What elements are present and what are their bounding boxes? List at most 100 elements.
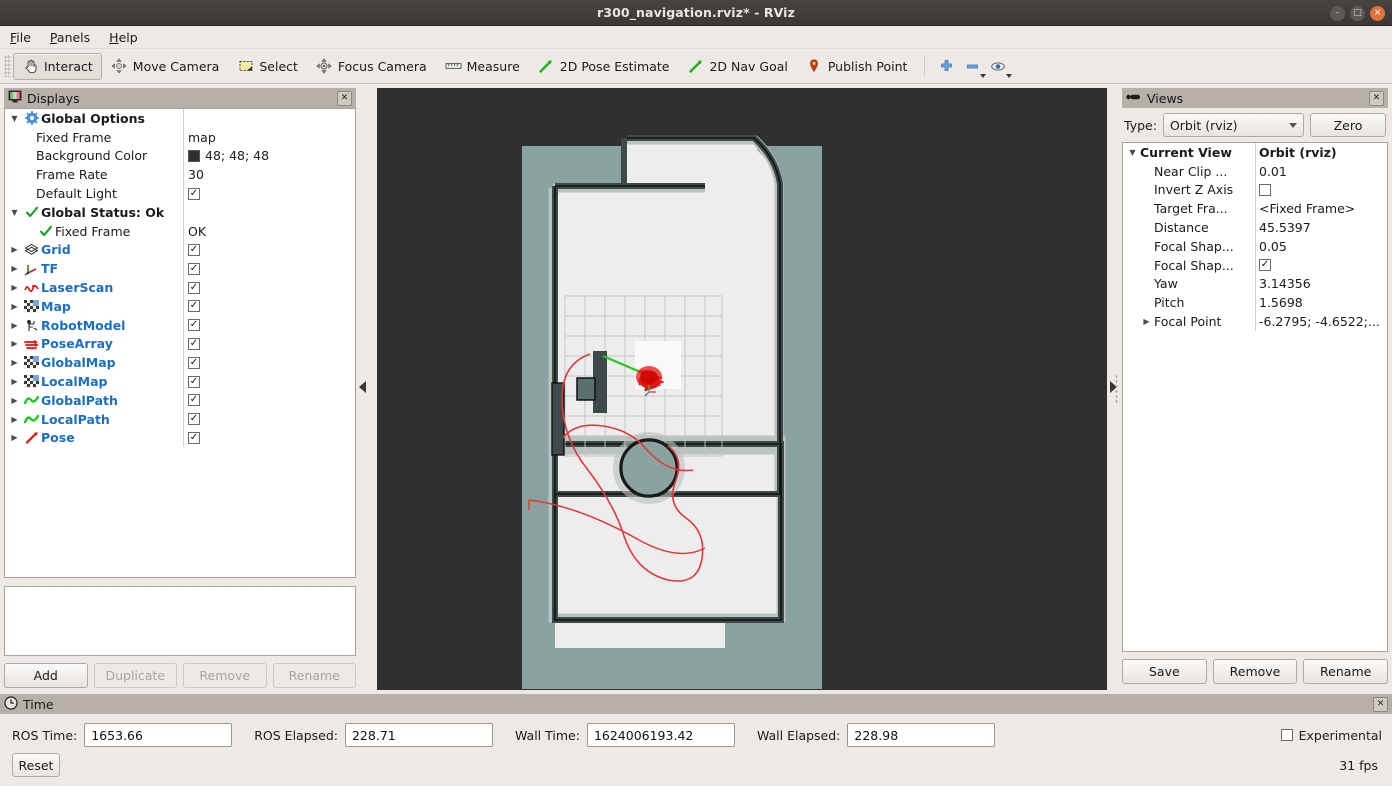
rename-view-button[interactable]: Rename [1303,659,1389,684]
twisty-collapsed-icon[interactable]: ▶ [7,433,22,442]
display-row[interactable]: Frame Rate 30 [5,165,355,185]
eye-icon[interactable] [985,53,1013,79]
menu-item-panels[interactable]: Panels [50,30,90,45]
view-property-value[interactable]: -6.2795; -4.6522;... [1255,312,1387,331]
render-viewport-3d[interactable] [377,88,1107,690]
right-panel-collapse-handle[interactable] [1108,88,1119,686]
reset-button[interactable]: Reset [12,753,60,777]
view-property-row[interactable]: Invert Z Axis [1123,180,1387,200]
display-enable-checkbox[interactable]: ✓ [188,300,200,313]
display-row[interactable]: ▼ Global Options [5,109,355,128]
view-property-row[interactable]: Focal Shap... 0.05 [1123,236,1387,256]
twisty-collapsed-icon[interactable]: ▶ [7,264,22,273]
display-row-value[interactable] [183,109,355,128]
twisty-expanded-icon[interactable]: ▼ [7,208,22,217]
view-property-value[interactable] [1255,180,1387,200]
view-property-value[interactable]: <Fixed Frame> [1255,199,1387,219]
view-property-checkbox[interactable] [1259,183,1271,196]
twisty-collapsed-icon[interactable]: ▶ [7,321,22,330]
time-close-button[interactable]: ✕ [1373,696,1388,712]
twisty-expanded-icon[interactable]: ▼ [1125,148,1140,157]
wall-time-input[interactable]: 1624006193.42 [586,723,735,747]
display-row-value[interactable]: ✓ [183,315,355,335]
tool-measure[interactable]: Measure [436,53,529,80]
display-row[interactable]: Background Color 48; 48; 48 [5,146,355,166]
view-property-checkbox[interactable]: ✓ [1259,259,1271,272]
display-row-value[interactable]: 30 [183,165,355,185]
display-row[interactable]: Fixed Frame map [5,127,355,147]
twisty-collapsed-icon[interactable]: ▶ [7,358,22,367]
display-row-value[interactable]: ✓ [183,353,355,373]
view-property-value[interactable]: 0.05 [1255,236,1387,256]
ros-elapsed-input[interactable]: 228.71 [344,723,493,747]
add-button[interactable]: Add [4,663,88,688]
display-row-value[interactable]: ✓ [183,259,355,279]
display-row-value[interactable]: 48; 48; 48 [183,146,355,166]
experimental-checkbox[interactable] [1280,729,1293,741]
display-row[interactable]: ▶ LocalPath ✓ [5,409,355,429]
view-property-value[interactable]: ✓ [1255,255,1387,275]
rename-button[interactable]: Rename [272,663,356,688]
display-row[interactable]: ▼ Global Status: Ok [5,202,355,222]
twisty-collapsed-icon[interactable]: ▶ [7,302,22,311]
display-enable-checkbox[interactable]: ✓ [188,319,200,332]
display-enable-checkbox[interactable]: ✓ [188,262,200,275]
tool-publish-point[interactable]: Publish Point [797,53,917,80]
display-row-value[interactable]: ✓ [183,409,355,429]
remove-button[interactable]: Remove [183,663,267,688]
twisty-collapsed-icon[interactable]: ▶ [7,339,22,348]
display-row[interactable]: ▶ GlobalPath ✓ [5,390,355,410]
view-property-value[interactable]: 3.14356 [1255,274,1387,294]
display-row[interactable]: ▶ GlobalMap ✓ [5,353,355,373]
display-row-value[interactable]: ✓ [183,372,355,391]
views-tree[interactable]: ▼ Current View Orbit (rviz) Near Clip ... 0.… [1122,142,1388,652]
view-property-value[interactable]: Orbit (rviz) [1255,143,1387,162]
maximize-icon[interactable]: □ [1350,5,1365,21]
color-swatch[interactable] [188,149,200,162]
left-panel-collapse-handle[interactable] [357,88,368,686]
remove-view-button[interactable]: Remove [1212,659,1298,684]
view-property-row[interactable]: ▶ Focal Point -6.2795; -4.6522;... [1123,312,1387,331]
display-enable-checkbox[interactable]: ✓ [188,281,200,294]
displays-tree[interactable]: ▼ Global Options Fixed Frame map Background … [4,108,356,578]
twisty-collapsed-icon[interactable]: ▶ [7,415,22,424]
display-row[interactable]: Default Light ✓ [5,184,355,203]
menu-item-file[interactable]: File [10,30,31,45]
twisty-expanded-icon[interactable]: ▼ [7,114,22,123]
view-property-row[interactable]: Target Fra... <Fixed Frame> [1123,199,1387,219]
view-property-row[interactable]: Distance 45.5397 [1123,218,1387,237]
minus-icon[interactable] [959,53,987,79]
display-row-value[interactable]: ✓ [183,184,355,203]
display-enable-checkbox[interactable]: ✓ [188,375,200,388]
display-row-value[interactable]: OK [183,221,355,241]
display-row[interactable]: ▶ PoseArray ✓ [5,334,355,354]
display-row[interactable]: Fixed Frame OK [5,221,355,241]
close-icon[interactable]: × [1370,5,1385,21]
twisty-collapsed-icon[interactable]: ▶ [7,377,22,386]
display-row-value[interactable]: ✓ [183,240,355,260]
wall-elapsed-input[interactable]: 228.98 [847,723,996,747]
display-row-value[interactable]: ✓ [183,390,355,410]
display-row[interactable]: ▶ TF ✓ [5,259,355,279]
twisty-collapsed-icon[interactable]: ▶ [7,245,22,254]
twisty-collapsed-icon[interactable]: ▶ [1139,317,1154,326]
display-row[interactable]: ▶ LaserScan ✓ [5,278,355,297]
view-property-row[interactable]: ▼ Current View Orbit (rviz) [1123,143,1387,162]
plus-icon[interactable] [933,53,959,79]
display-row[interactable]: ▶ Map ✓ [5,296,355,316]
view-property-row[interactable]: Near Clip ... 0.01 [1123,161,1387,181]
view-property-row[interactable]: Focal Shap... ✓ [1123,255,1387,275]
view-property-value[interactable]: 1.5698 [1255,293,1387,313]
display-enable-checkbox[interactable]: ✓ [188,337,200,350]
display-enable-checkbox[interactable]: ✓ [188,394,200,407]
display-row[interactable]: ▶ Grid ✓ [5,240,355,260]
twisty-collapsed-icon[interactable]: ▶ [7,283,22,292]
view-property-value[interactable]: 45.5397 [1255,218,1387,237]
tool-interact[interactable]: Interact [13,52,102,80]
tool-2d-nav-goal[interactable]: 2D Nav Goal [678,53,796,80]
save-view-button[interactable]: Save [1122,659,1207,684]
display-enable-checkbox[interactable]: ✓ [188,356,200,369]
view-property-row[interactable]: Yaw 3.14356 [1123,274,1387,294]
tool-focus-camera[interactable]: Focus Camera [307,53,436,80]
views-type-select[interactable]: Orbit (rviz) [1162,113,1304,137]
